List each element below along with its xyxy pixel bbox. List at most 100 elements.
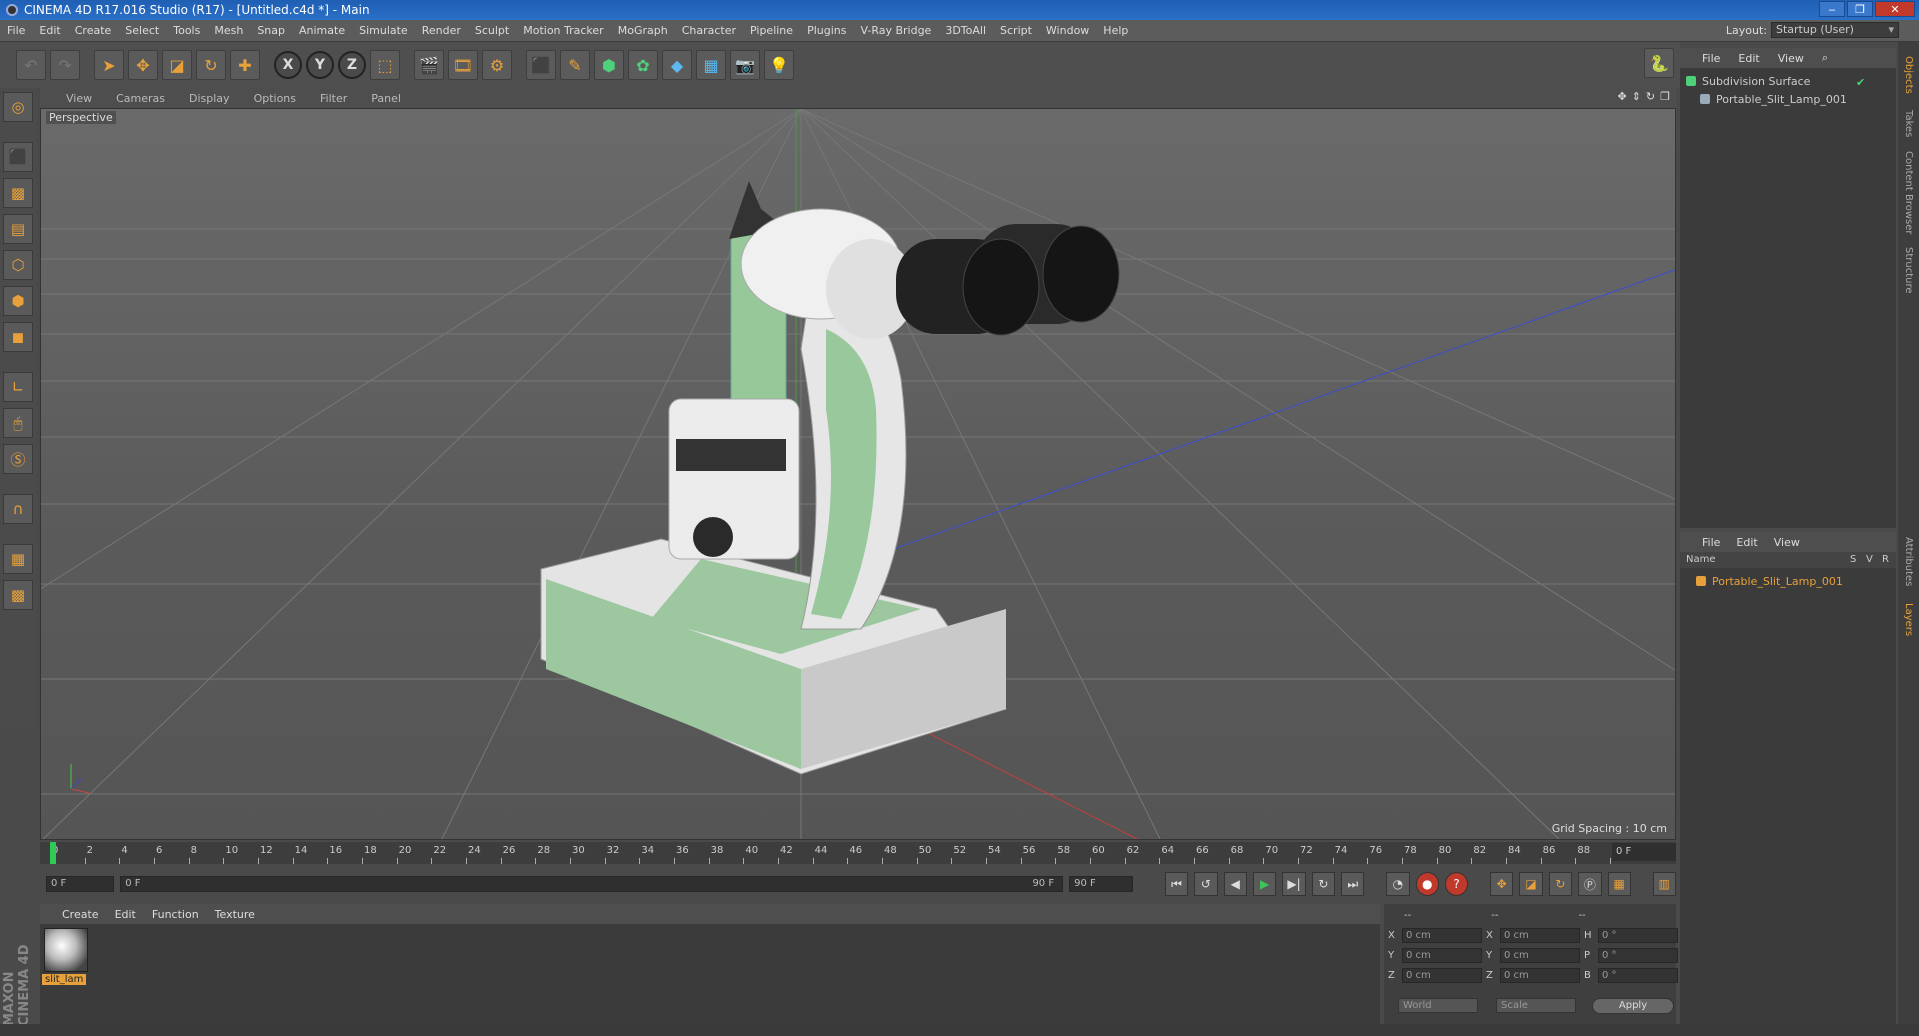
size-x-field[interactable]: 0 cm bbox=[1500, 928, 1580, 943]
menu-render[interactable]: Render bbox=[415, 24, 468, 37]
menu-mograph[interactable]: MoGraph bbox=[611, 24, 675, 37]
menu-script[interactable]: Script bbox=[993, 24, 1039, 37]
menu-vray-bridge[interactable]: V-Ray Bridge bbox=[853, 24, 938, 37]
menu-snap[interactable]: Snap bbox=[250, 24, 292, 37]
position-z-field[interactable]: 0 cm bbox=[1402, 968, 1482, 983]
record-keys-icon[interactable]: ◔ bbox=[1386, 872, 1410, 896]
edges-mode-icon[interactable]: ⬢ bbox=[3, 286, 33, 316]
planar-workplane-icon[interactable]: ▩ bbox=[3, 580, 33, 610]
rotate-view-icon[interactable]: ↻ bbox=[1646, 90, 1655, 103]
undo-icon[interactable]: ↶ bbox=[16, 50, 46, 80]
keyframe-help-icon[interactable]: ? bbox=[1444, 872, 1469, 896]
menu-pipeline[interactable]: Pipeline bbox=[743, 24, 800, 37]
layout-dropdown[interactable]: Startup (User) bbox=[1771, 22, 1899, 38]
zoom-view-icon[interactable]: ⇕ bbox=[1632, 90, 1641, 103]
render-settings-icon[interactable]: ⚙ bbox=[482, 50, 512, 80]
workplane-mode-icon[interactable]: ▤ bbox=[3, 214, 33, 244]
layer-row[interactable]: Portable_Slit_Lamp_001 bbox=[1696, 572, 1843, 590]
tab-content-browser[interactable]: Content Browser bbox=[1900, 148, 1917, 238]
menu-animate[interactable]: Animate bbox=[292, 24, 352, 37]
object-menu-file[interactable]: File bbox=[1694, 52, 1728, 65]
menu-tools[interactable]: Tools bbox=[166, 24, 207, 37]
y-axis-icon[interactable]: Y bbox=[306, 51, 334, 79]
layer-menu-view[interactable]: View bbox=[1766, 536, 1808, 549]
object-name[interactable]: Subdivision Surface bbox=[1702, 75, 1810, 88]
texture-mode-icon[interactable]: ▩ bbox=[3, 178, 33, 208]
transform-icon[interactable]: ✚ bbox=[230, 50, 260, 80]
move-icon[interactable]: ✥ bbox=[128, 50, 158, 80]
render-picture-viewer-icon[interactable]: 🎞 bbox=[448, 50, 478, 80]
viewport-menu-panel[interactable]: Panel bbox=[359, 92, 413, 105]
points-mode-icon[interactable]: ⬡ bbox=[3, 250, 33, 280]
pan-view-icon[interactable]: ✥ bbox=[1617, 90, 1626, 103]
next-frame-icon[interactable]: ▶| bbox=[1282, 872, 1306, 896]
timeline-ruler[interactable]: 0246810121416182022242628303234363840424… bbox=[40, 842, 1676, 864]
material-thumbnail[interactable] bbox=[44, 928, 88, 972]
previous-key-icon[interactable]: ↺ bbox=[1194, 872, 1218, 896]
toggle-view-icon[interactable]: ❐ bbox=[1660, 90, 1670, 103]
timeline-playhead[interactable] bbox=[50, 842, 56, 864]
layer-menu-file[interactable]: File bbox=[1694, 536, 1728, 549]
menu-mesh[interactable]: Mesh bbox=[207, 24, 250, 37]
apply-button[interactable]: Apply bbox=[1592, 998, 1674, 1014]
object-row[interactable]: Subdivision Surface bbox=[1686, 72, 1810, 90]
close-button[interactable]: ✕ bbox=[1875, 1, 1915, 17]
position-x-field[interactable]: 0 cm bbox=[1402, 928, 1482, 943]
timeline-window-icon[interactable]: ▥ bbox=[1652, 872, 1676, 896]
menu-select[interactable]: Select bbox=[118, 24, 166, 37]
object-menu-edit[interactable]: Edit bbox=[1730, 52, 1767, 65]
menu-edit[interactable]: Edit bbox=[32, 24, 67, 37]
render-view-icon[interactable]: 🎬 bbox=[414, 50, 444, 80]
menu-motion-tracker[interactable]: Motion Tracker bbox=[516, 24, 610, 37]
maximize-button[interactable]: ❐ bbox=[1847, 1, 1873, 17]
material-name[interactable]: slit_lam bbox=[42, 974, 87, 985]
menu-simulate[interactable]: Simulate bbox=[352, 24, 415, 37]
coordinate-mode-dropdown[interactable]: World bbox=[1398, 998, 1478, 1013]
scale-icon[interactable]: ◪ bbox=[162, 50, 192, 80]
viewport-menu-view[interactable]: View bbox=[54, 92, 104, 105]
tab-takes[interactable]: Takes bbox=[1900, 104, 1917, 144]
3d-viewport[interactable]: Perspective Grid Spacing : 10 cm bbox=[40, 108, 1676, 840]
menu-help[interactable]: Help bbox=[1096, 24, 1135, 37]
next-key-icon[interactable]: ↻ bbox=[1311, 872, 1336, 896]
autokey-icon[interactable]: ● bbox=[1415, 872, 1439, 896]
tab-attributes[interactable]: Attributes bbox=[1900, 532, 1917, 592]
object-menu-view[interactable]: View bbox=[1770, 52, 1812, 65]
key-pla-icon[interactable]: ▦ bbox=[1607, 872, 1631, 896]
menu-plugins[interactable]: Plugins bbox=[800, 24, 853, 37]
go-to-start-icon[interactable]: ⏮ bbox=[1164, 872, 1189, 896]
menu-sculpt[interactable]: Sculpt bbox=[468, 24, 516, 37]
material-menu-create[interactable]: Create bbox=[54, 908, 107, 921]
size-mode-dropdown[interactable]: Scale bbox=[1496, 998, 1576, 1013]
rotation-h-field[interactable]: 0 ° bbox=[1598, 928, 1678, 943]
key-position-icon[interactable]: ✥ bbox=[1490, 872, 1514, 896]
end-frame-field[interactable]: 90 F bbox=[1069, 876, 1134, 892]
viewport-menu-display[interactable]: Display bbox=[177, 92, 242, 105]
subdivision-icon[interactable]: ⬢ bbox=[594, 50, 624, 80]
coordinate-system-icon[interactable]: ⬚ bbox=[370, 50, 400, 80]
rotation-b-field[interactable]: 0 ° bbox=[1598, 968, 1678, 983]
enabled-check-icon[interactable]: ✔ bbox=[1856, 76, 1865, 89]
tab-objects[interactable]: Objects bbox=[1900, 50, 1917, 100]
rotate-icon[interactable]: ↻ bbox=[196, 50, 226, 80]
cube-icon[interactable]: ⬛ bbox=[526, 50, 556, 80]
lock-workplane-icon[interactable]: ▦ bbox=[3, 544, 33, 574]
key-rotation-icon[interactable]: ↻ bbox=[1548, 872, 1573, 896]
current-frame-field[interactable]: 0 F bbox=[1612, 843, 1676, 861]
deformer-icon[interactable]: ◆ bbox=[662, 50, 692, 80]
select-arrow-icon[interactable]: ➤ bbox=[94, 50, 124, 80]
menu-file[interactable]: File bbox=[0, 24, 32, 37]
object-row[interactable]: Portable_Slit_Lamp_001 bbox=[1700, 90, 1847, 108]
frame-range-slider[interactable]: 0 F 90 F bbox=[120, 876, 1064, 892]
camera-icon[interactable]: 📷 bbox=[730, 50, 760, 80]
axis-mode-icon[interactable]: ∟ bbox=[3, 372, 33, 402]
polygons-mode-icon[interactable]: ◼ bbox=[3, 322, 33, 352]
model-mode-icon[interactable]: ⬛ bbox=[3, 142, 33, 172]
pen-spline-icon[interactable]: ✎ bbox=[560, 50, 590, 80]
size-z-field[interactable]: 0 cm bbox=[1500, 968, 1580, 983]
start-frame-field[interactable]: 0 F bbox=[46, 876, 115, 892]
key-parameter-icon[interactable]: Ⓟ bbox=[1578, 872, 1602, 896]
redo-icon[interactable]: ↷ bbox=[50, 50, 80, 80]
rotation-p-field[interactable]: 0 ° bbox=[1598, 948, 1678, 963]
x-axis-icon[interactable]: X bbox=[274, 51, 302, 79]
